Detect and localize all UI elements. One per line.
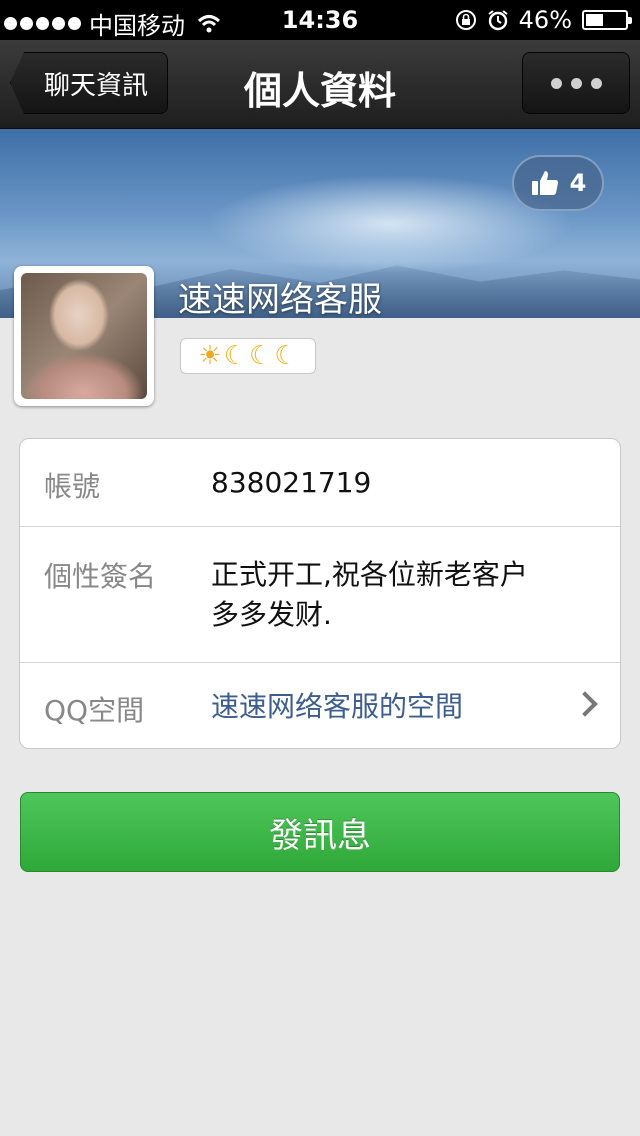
account-value: 838021719 xyxy=(211,466,372,499)
chevron-right-icon xyxy=(572,691,598,717)
battery-icon xyxy=(582,10,632,30)
ellipsis-icon xyxy=(570,77,582,89)
avatar[interactable] xyxy=(14,266,154,406)
level-badge: ☀ ☾ ☾ ☾ xyxy=(180,338,316,374)
like-button[interactable]: 4 xyxy=(512,155,604,211)
profile-info-card: 帳號 838021719 個性簽名 正式开工,祝各位新老客户 多多发财. QQ空… xyxy=(19,438,621,749)
navigation-bar: 聊天資訊 個人資料 xyxy=(0,40,640,129)
orientation-lock-icon xyxy=(455,10,476,30)
account-label: 帳號 xyxy=(44,470,101,503)
moon-icon: ☾ xyxy=(223,341,247,371)
status-bar: 中国移动 14:36 46% xyxy=(0,0,640,40)
sun-icon: ☀ xyxy=(198,341,222,371)
account-row: 帳號 838021719 xyxy=(20,439,620,527)
battery-fill xyxy=(586,14,603,26)
more-options-button[interactable] xyxy=(522,52,630,114)
signature-line-2: 多多发财. xyxy=(211,598,332,631)
alarm-icon xyxy=(488,10,508,31)
ellipsis-icon xyxy=(550,77,562,89)
qq-space-row[interactable]: QQ空間 速速网络客服的空間 xyxy=(20,663,620,748)
signature-line-1: 正式开工,祝各位新老客户 xyxy=(211,558,528,591)
send-message-label: 發訊息 xyxy=(269,815,371,856)
like-count: 4 xyxy=(569,169,587,197)
moon-icon: ☾ xyxy=(249,341,273,371)
status-right: 46% xyxy=(455,6,632,34)
signature-value: 正式开工,祝各位新老客户 多多发财. xyxy=(211,555,528,635)
ellipsis-icon xyxy=(590,77,602,89)
battery-percent: 46% xyxy=(518,6,572,34)
signature-label: 個性簽名 xyxy=(44,560,157,593)
thumbs-up-icon xyxy=(531,171,558,195)
qq-space-label: QQ空間 xyxy=(44,694,145,727)
signature-row: 個性簽名 正式开工,祝各位新老客户 多多发财. xyxy=(20,527,620,663)
moon-icon: ☾ xyxy=(274,341,298,371)
send-message-button[interactable]: 發訊息 xyxy=(20,792,620,872)
avatar-image xyxy=(21,273,147,399)
qq-space-link[interactable]: 速速网络客服的空間 xyxy=(211,687,463,727)
profile-name: 速速网络客服 xyxy=(178,280,382,320)
